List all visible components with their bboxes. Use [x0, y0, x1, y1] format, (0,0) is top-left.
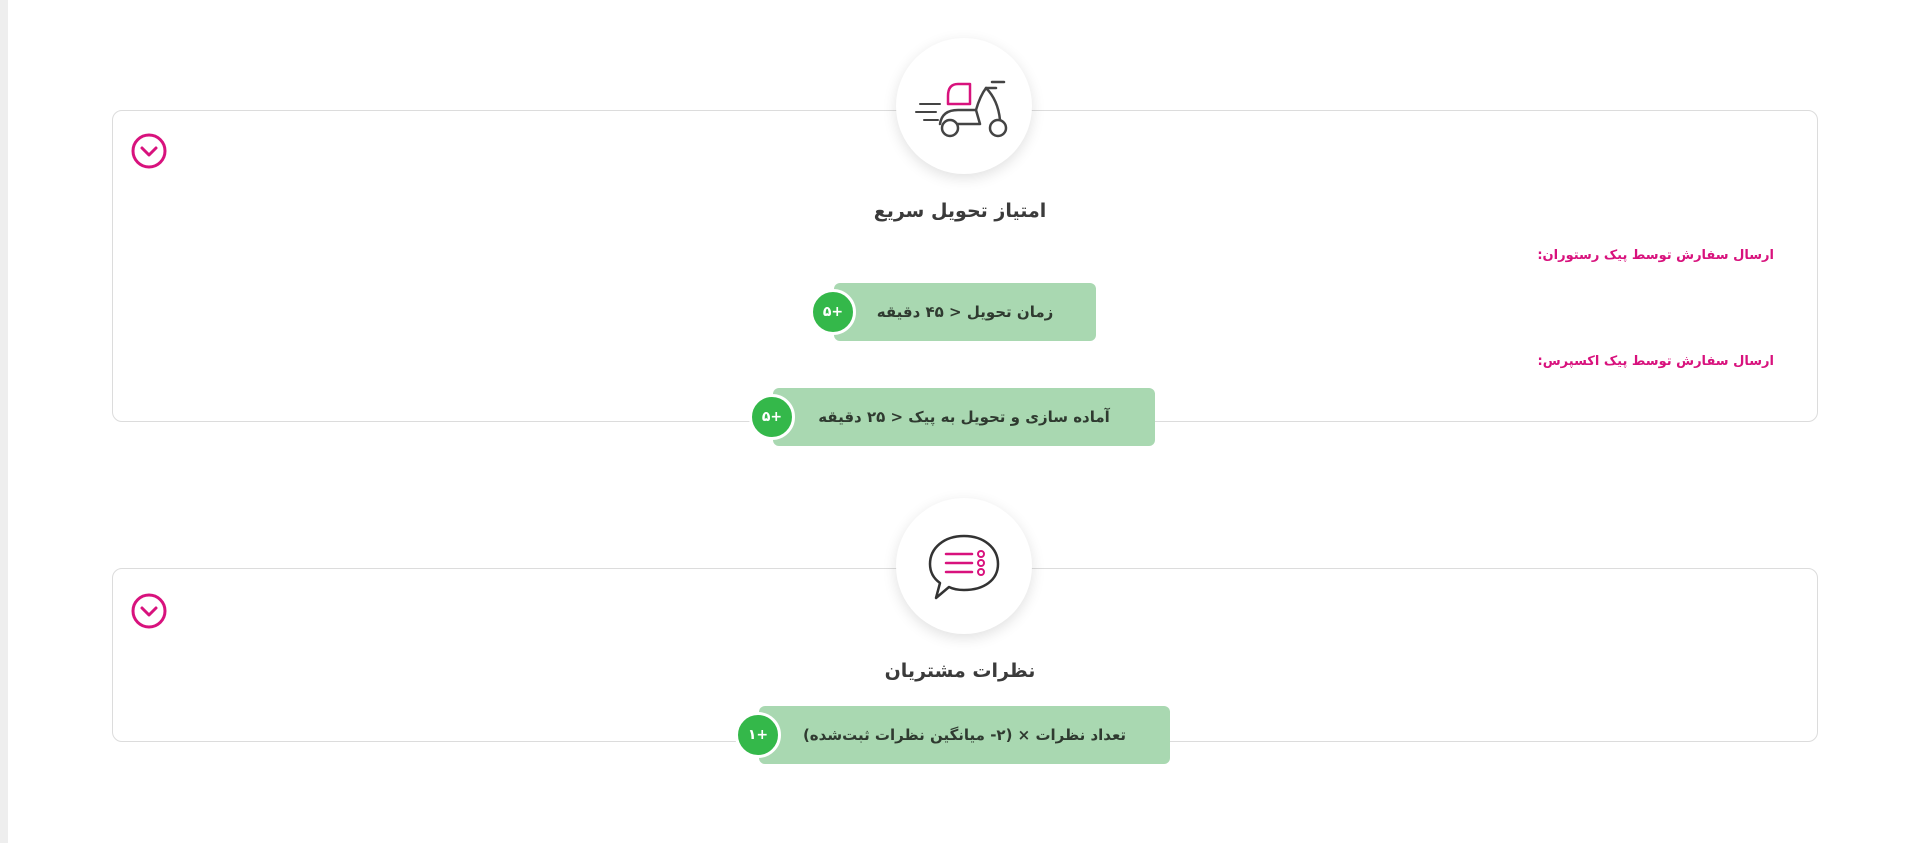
- express-points-badge: +۵: [749, 394, 795, 440]
- reviews-points-badge: +۱: [735, 712, 781, 758]
- restaurant-points-badge: +۵: [810, 289, 856, 335]
- expand-customer-reviews-button[interactable]: [130, 592, 168, 630]
- left-edge-border: [0, 0, 8, 843]
- delivery-scooter-icon: [896, 38, 1032, 174]
- express-delivery-rule: آماده سازی و تحویل به پیک < ۲۵ دقیقه: [773, 388, 1155, 446]
- reviews-rule: تعداد نظرات × (۲- میانگین نظرات ثبت‌شده): [759, 706, 1170, 764]
- expand-fast-delivery-button[interactable]: [130, 132, 168, 170]
- restaurant-delivery-rule: زمان تحویل < ۴۵ دقیقه: [834, 283, 1096, 341]
- page: امتیاز تحویل سریع ارسال سفارش توسط پیک ر…: [0, 0, 1920, 843]
- customer-reviews-title: نظرات مشتریان: [884, 660, 1036, 682]
- chevron-down-circle-icon: [131, 593, 167, 629]
- restaurant-delivery-rule-text: زمان تحویل < ۴۵ دقیقه: [876, 303, 1054, 321]
- chat-list-icon: [896, 498, 1032, 634]
- restaurant-courier-label: ارسال سفارش توسط پیک رستوران:: [1537, 248, 1774, 263]
- express-courier-label: ارسال سفارش توسط پیک اکسپرس:: [1537, 354, 1774, 369]
- fast-delivery-title: امتیاز تحویل سریع: [873, 200, 1047, 222]
- express-delivery-rule-text: آماده سازی و تحویل به پیک < ۲۵ دقیقه: [818, 408, 1110, 426]
- chevron-down-circle-icon: [131, 133, 167, 169]
- reviews-rule-text: تعداد نظرات × (۲- میانگین نظرات ثبت‌شده): [802, 726, 1127, 744]
